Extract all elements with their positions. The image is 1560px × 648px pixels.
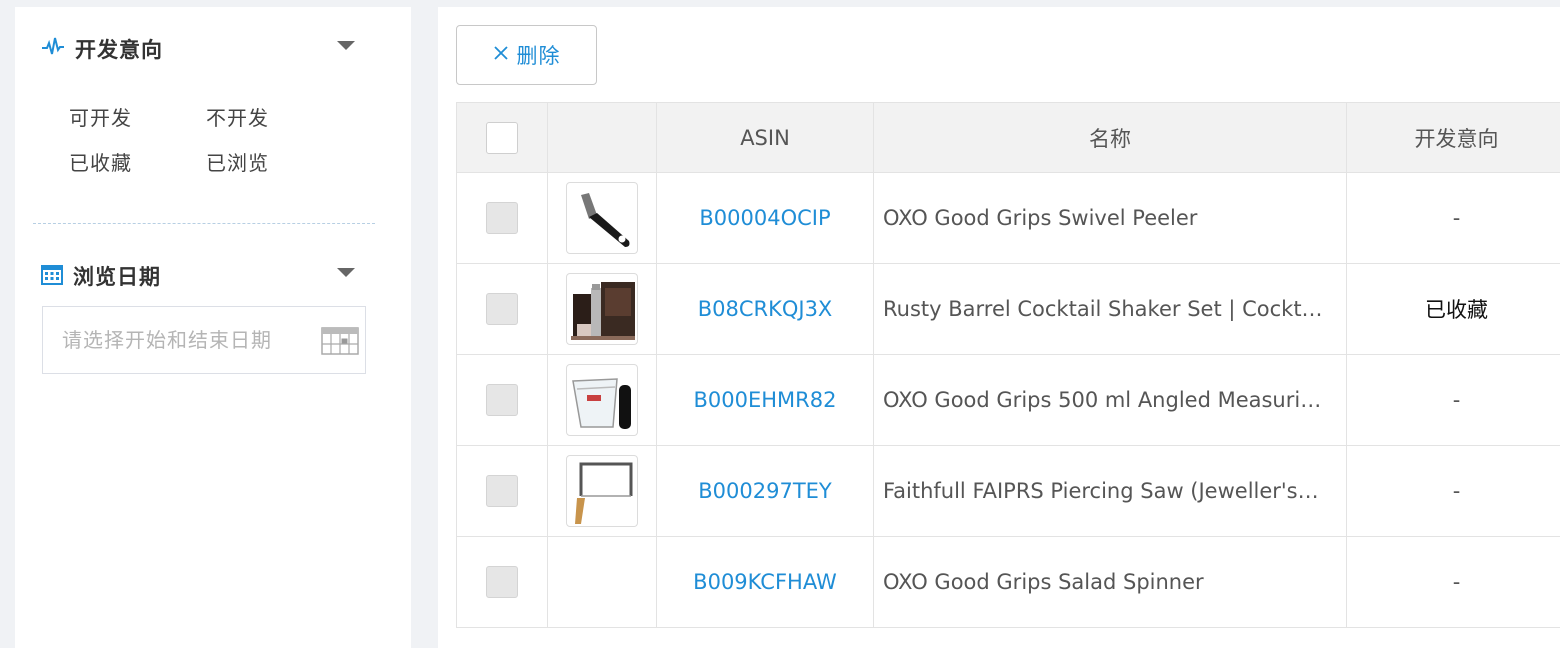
- asin-link[interactable]: B08CRKQJ3X: [656, 263, 874, 355]
- saw-thumbnail: [566, 455, 638, 527]
- header-image-cell: [547, 102, 657, 173]
- cocktail-set-thumbnail: [566, 273, 638, 345]
- intent-section-header[interactable]: 开发意向: [41, 34, 163, 64]
- intent-option-favorited[interactable]: 已收藏: [69, 147, 132, 176]
- header-select-cell: [456, 102, 548, 173]
- intent-value: 已收藏: [1346, 263, 1560, 355]
- table-row: B00004OCIP OXO Good Grips Swivel Peeler …: [456, 172, 1560, 264]
- row-checkbox[interactable]: [486, 566, 518, 598]
- row-checkbox[interactable]: [486, 293, 518, 325]
- product-name: OXO Good Grips 500 ml Angled Measuri…: [873, 354, 1347, 446]
- delete-button[interactable]: 删除: [456, 25, 597, 85]
- intent-option-viewed[interactable]: 已浏览: [206, 147, 269, 176]
- row-checkbox[interactable]: [486, 202, 518, 234]
- table-row: B000297TEY Faithfull FAIPRS Piercing Saw…: [456, 445, 1560, 537]
- date-range-field[interactable]: [42, 306, 366, 374]
- asin-link[interactable]: B000EHMR82: [656, 354, 874, 446]
- pulse-icon: [41, 35, 65, 63]
- date-picker-icon[interactable]: [321, 327, 359, 355]
- select-all-checkbox[interactable]: [486, 121, 518, 154]
- header-intent: 开发意向: [1346, 102, 1560, 173]
- date-section-title: 浏览日期: [73, 265, 161, 289]
- row-checkbox[interactable]: [486, 475, 518, 507]
- product-table: ASIN 名称 开发意向 B00004OCIP OXO Good Grips S…: [456, 102, 1560, 628]
- asin-link[interactable]: B009KCFHAW: [656, 536, 874, 628]
- asin-link[interactable]: B00004OCIP: [656, 172, 874, 264]
- intent-value: -: [1346, 536, 1560, 628]
- close-icon: [493, 45, 509, 65]
- date-range-input[interactable]: [43, 307, 303, 373]
- table-row: B08CRKQJ3X Rusty Barrel Cocktail Shaker …: [456, 263, 1560, 355]
- measuring-cup-thumbnail: [566, 364, 638, 436]
- intent-option-not-developable[interactable]: 不开发: [206, 102, 269, 131]
- peeler-thumbnail: [566, 182, 638, 254]
- table-row: B000EHMR82 OXO Good Grips 500 ml Angled …: [456, 354, 1560, 446]
- date-collapse-caret[interactable]: [337, 268, 355, 277]
- empty-thumbnail-cell: [547, 536, 657, 628]
- intent-value: -: [1346, 172, 1560, 264]
- intent-option-developable[interactable]: 可开发: [69, 102, 132, 131]
- intent-value: -: [1346, 445, 1560, 537]
- main-panel: 删除 ASIN 名称 开发意向 B00004OCIP OXO Good Grip…: [438, 7, 1560, 648]
- row-checkbox[interactable]: [486, 384, 518, 416]
- intent-collapse-caret[interactable]: [337, 41, 355, 50]
- delete-button-label: 删除: [516, 44, 561, 68]
- table-header-row: ASIN 名称 开发意向: [456, 102, 1560, 173]
- date-section-header[interactable]: 浏览日期: [41, 261, 161, 291]
- header-name: 名称: [873, 102, 1347, 173]
- product-name: Faithfull FAIPRS Piercing Saw (Jeweller'…: [873, 445, 1347, 537]
- product-name: OXO Good Grips Salad Spinner: [873, 536, 1347, 628]
- header-asin: ASIN: [656, 102, 874, 173]
- intent-value: -: [1346, 354, 1560, 446]
- calendar-icon: [41, 263, 63, 289]
- product-name: OXO Good Grips Swivel Peeler: [873, 172, 1347, 264]
- section-divider: [33, 223, 375, 224]
- product-name: Rusty Barrel Cocktail Shaker Set | Cockt…: [873, 263, 1347, 355]
- asin-link[interactable]: B000297TEY: [656, 445, 874, 537]
- filter-sidebar: 开发意向 可开发 不开发 已收藏 已浏览 浏览日期: [15, 7, 411, 648]
- intent-section-title: 开发意向: [75, 38, 163, 62]
- table-row: B009KCFHAW OXO Good Grips Salad Spinner …: [456, 536, 1560, 628]
